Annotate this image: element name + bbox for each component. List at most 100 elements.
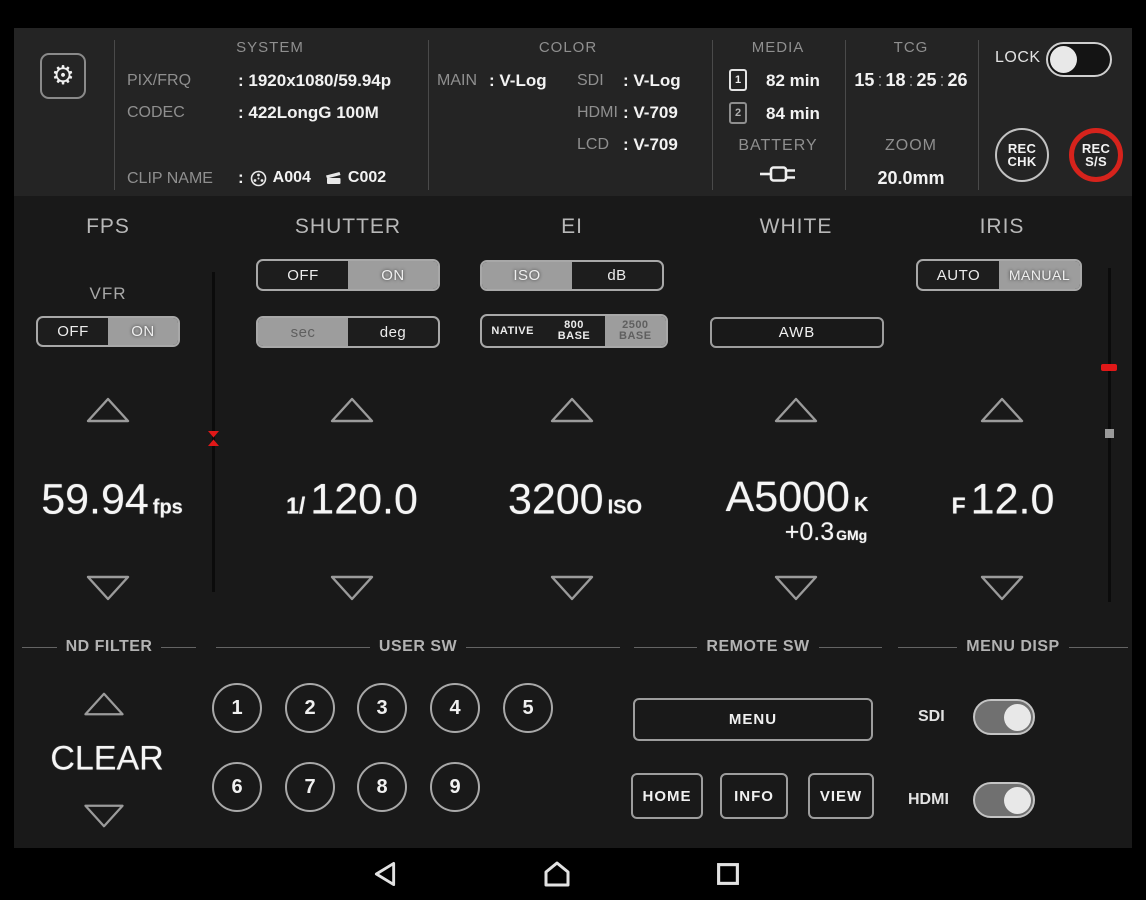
user-sw-5-button[interactable]: 5: [503, 683, 553, 733]
timecode: 15:18:25:26: [854, 70, 968, 90]
ei-native-segment[interactable]: NATIVE: [482, 316, 543, 346]
media-section-title: MEDIA: [751, 39, 805, 56]
clipname-label: CLIP NAME: [127, 170, 213, 187]
user-sw-4-button[interactable]: 4: [430, 683, 480, 733]
nd-up-button[interactable]: [81, 690, 127, 718]
app-screen: ⚙ SYSTEM PIX/FRQ : 1920x1080/59.94p CODE…: [0, 0, 1146, 900]
user-sw-7-button[interactable]: 7: [285, 762, 335, 812]
fps-up-button[interactable]: [85, 396, 131, 424]
sdi-disp-toggle[interactable]: [973, 699, 1035, 735]
lock-label: LOCK: [995, 49, 1041, 66]
home-icon: [541, 860, 573, 888]
user-sw-6-button[interactable]: 6: [212, 762, 262, 812]
white-title: WHITE: [759, 215, 833, 238]
shutter-sec-segment[interactable]: sec: [258, 318, 348, 346]
view-button[interactable]: VIEW: [808, 773, 874, 819]
reel-icon: [250, 170, 267, 187]
shutter-off-segment[interactable]: OFF: [258, 261, 348, 289]
nd-filter-header: ND FILTER: [22, 638, 196, 656]
lock-toggle[interactable]: [1046, 42, 1112, 77]
back-button[interactable]: [373, 860, 398, 888]
codec-label: CODEC: [127, 104, 185, 121]
header-divider: [978, 40, 979, 190]
nd-down-button[interactable]: [81, 802, 127, 830]
fps-value: 59.94 fps: [41, 475, 183, 524]
home-button[interactable]: HOME: [631, 773, 703, 819]
lcd-color-value: : V-709: [623, 135, 678, 154]
hdmi-disp-label: HDMI: [908, 791, 949, 808]
shutter-on-segment[interactable]: ON: [348, 261, 438, 289]
home-nav-button[interactable]: [541, 860, 573, 888]
down-arrow-icon: [773, 574, 819, 602]
white-up-button[interactable]: [773, 396, 819, 424]
down-arrow-icon: [85, 574, 131, 602]
iris-down-button[interactable]: [979, 574, 1025, 602]
ei-2500base-segment[interactable]: 2500 BASE: [604, 316, 666, 346]
info-button[interactable]: INFO: [720, 773, 788, 819]
shutter-title: SHUTTER: [294, 215, 402, 238]
menu-button[interactable]: MENU: [633, 698, 873, 741]
recent-apps-button[interactable]: [716, 862, 741, 887]
iris-slider-thumb[interactable]: [1105, 429, 1114, 438]
ei-iso-segment[interactable]: ISO: [482, 262, 572, 289]
fps-down-button[interactable]: [85, 574, 131, 602]
ei-db-segment[interactable]: dB: [572, 262, 662, 289]
user-sw-9-button[interactable]: 9: [430, 762, 480, 812]
ei-up-button[interactable]: [549, 396, 595, 424]
ei-800base-segment[interactable]: 800 BASE: [543, 316, 604, 346]
back-icon: [373, 860, 398, 888]
color-section-title: COLOR: [538, 39, 598, 56]
user-sw-1-button[interactable]: 1: [212, 683, 262, 733]
iris-up-button[interactable]: [979, 396, 1025, 424]
header-divider: [712, 40, 713, 190]
zoom-value: 20.0mm: [877, 168, 945, 188]
awb-button[interactable]: AWB: [710, 317, 884, 348]
pixfrq-label: PIX/FRQ: [127, 72, 192, 89]
iris-manual-segment[interactable]: MANUAL: [999, 261, 1080, 289]
vfr-off-segment[interactable]: OFF: [38, 318, 108, 345]
sdi-color-label: SDI: [577, 72, 604, 89]
iris-auto-segment[interactable]: AUTO: [918, 261, 999, 289]
settings-button[interactable]: ⚙: [40, 53, 86, 99]
white-value: A5000 K +0.3 GMg: [725, 473, 869, 546]
user-sw-8-button[interactable]: 8: [357, 762, 407, 812]
white-down-button[interactable]: [773, 574, 819, 602]
nd-value: CLEAR: [50, 739, 164, 778]
tcg-section-title: TCG: [893, 39, 929, 56]
header-divider: [428, 40, 429, 190]
shutter-deg-segment[interactable]: deg: [348, 318, 438, 346]
rec-start-stop-button[interactable]: REC S/S: [1069, 128, 1123, 182]
vfr-on-segment[interactable]: ON: [108, 318, 178, 345]
iris-slider-marker[interactable]: [1101, 364, 1117, 371]
main-color-label: MAIN: [437, 72, 477, 89]
shutter-up-button[interactable]: [329, 396, 375, 424]
up-arrow-icon: [329, 396, 375, 424]
rec-check-button[interactable]: REC CHK: [995, 128, 1049, 182]
hdmi-color-value: : V-709: [623, 103, 678, 122]
ei-down-button[interactable]: [549, 574, 595, 602]
shutter-down-button[interactable]: [329, 574, 375, 602]
dc-power-icon: [758, 163, 798, 185]
fps-slider-marker[interactable]: [206, 430, 221, 447]
up-arrow-icon: [773, 396, 819, 424]
down-arrow-icon: [82, 803, 126, 829]
battery-label: BATTERY: [738, 137, 818, 154]
iris-value: F 12.0: [951, 475, 1055, 524]
hdmi-color-label: HDMI: [577, 104, 618, 121]
reel-id: A004: [272, 169, 311, 186]
sdi-disp-label: SDI: [918, 708, 945, 725]
iris-mode-toggle: AUTO MANUAL: [916, 259, 1082, 291]
fps-title: FPS: [86, 215, 130, 238]
user-sw-3-button[interactable]: 3: [357, 683, 407, 733]
clapperboard-icon: [325, 171, 342, 185]
up-arrow-icon: [549, 396, 595, 424]
media-slot1-time: 82 min: [766, 71, 820, 90]
hdmi-disp-toggle[interactable]: [973, 782, 1035, 818]
recents-square-icon: [716, 862, 741, 887]
hdmi-toggle-knob: [1004, 786, 1031, 814]
pixfrq-value: : 1920x1080/59.94p: [238, 71, 392, 90]
user-sw-2-button[interactable]: 2: [285, 683, 335, 733]
remote-sw-header: REMOTE SW: [634, 638, 882, 656]
up-arrow-icon: [85, 396, 131, 424]
sdi-toggle-knob: [1004, 703, 1031, 731]
